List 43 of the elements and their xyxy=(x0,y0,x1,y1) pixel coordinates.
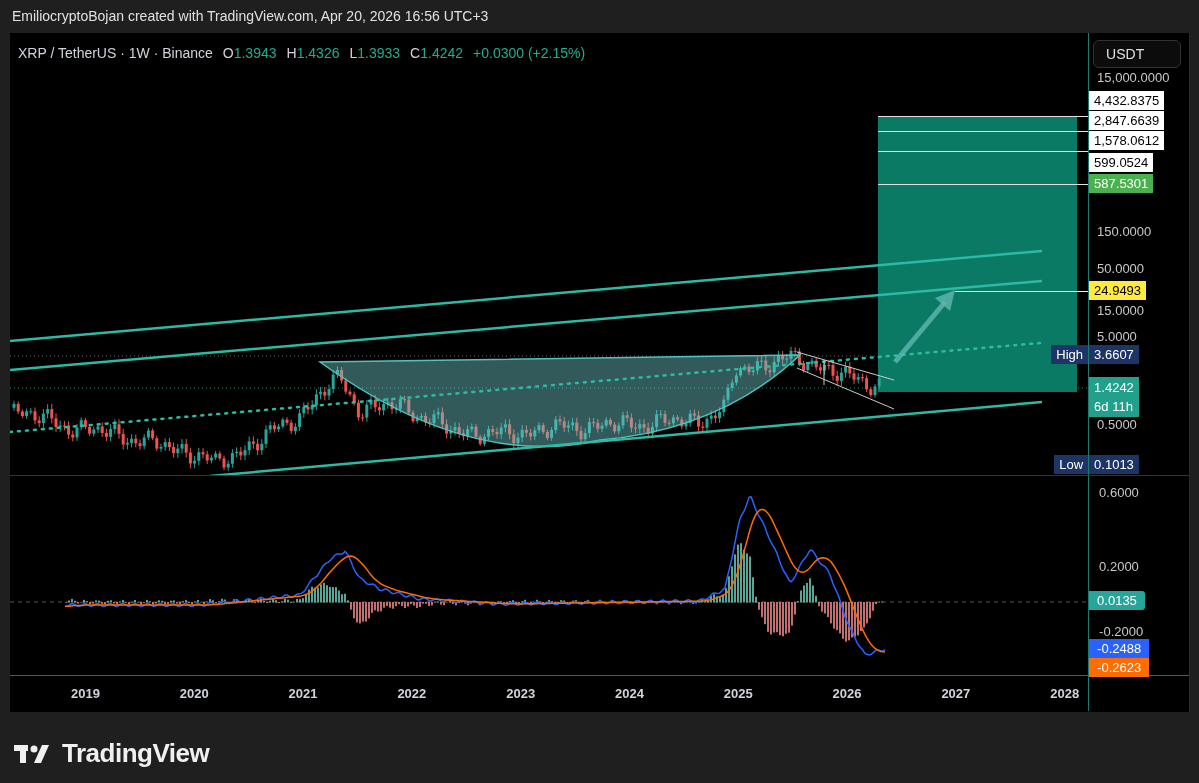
axis-label: 5.0000 xyxy=(1097,329,1137,345)
axis-label: 15.0000 xyxy=(1097,303,1145,319)
axis-label: 150.0000 xyxy=(1097,224,1152,240)
indicator-tag: 0.0135 xyxy=(1089,591,1145,610)
indicator-tag: -0.2623 xyxy=(1089,658,1150,677)
countdown-text: 6d 11h xyxy=(1094,398,1134,416)
axis-label: 2020 xyxy=(179,685,209,703)
ohlc-reading: L1.3933 xyxy=(349,44,401,63)
attribution-text: EmiliocryptoBojan created with TradingView.com, Apr 20, 2026 16:56 UTC+3 xyxy=(12,7,489,26)
axis-label: 2027 xyxy=(941,685,971,703)
price-tag: 0.1013 xyxy=(1089,455,1139,474)
axis-label: 2022 xyxy=(397,685,427,703)
ohlc-reading: H1.4326 xyxy=(286,44,340,63)
axis-label: 2023 xyxy=(506,685,536,703)
axis-label: 0.2000 xyxy=(1099,559,1139,575)
price-tag: 1.4242 xyxy=(1094,378,1134,397)
price-tag-label: High xyxy=(1051,345,1089,364)
axis-label: 2024 xyxy=(615,685,644,703)
change-reading: +0.0300 (+2.15%) xyxy=(473,44,586,63)
price-tag: 1,578.0612 xyxy=(1089,131,1165,150)
axis-label: 2025 xyxy=(723,685,753,703)
axis-label: 0.5000 xyxy=(1097,417,1137,433)
price-tag: 24.9493 xyxy=(1089,281,1147,300)
currency-button[interactable]: USDT xyxy=(1093,40,1182,68)
axis-label: 2028 xyxy=(1050,685,1080,703)
axis-label: -0.2000 xyxy=(1099,624,1144,640)
ohlc-reading: C1.4242 xyxy=(410,44,464,63)
axis-label: 15,000.0000 xyxy=(1097,70,1170,86)
brand-name: TradingView xyxy=(62,737,210,770)
axis-label: 0.6000 xyxy=(1099,485,1139,501)
axis-label: 2026 xyxy=(832,685,862,703)
axis-label: 2019 xyxy=(71,685,100,703)
indicator-tag: -0.2488 xyxy=(1089,639,1150,658)
axis-label: 2021 xyxy=(288,685,318,703)
price-tag: 2,847.6639 xyxy=(1089,111,1165,130)
symbol-title: XRP / TetherUS · 1W · Binance xyxy=(18,44,213,63)
axis-label: 50.0000 xyxy=(1097,261,1145,277)
price-tag-label: Low xyxy=(1054,455,1089,474)
ohlc-reading: O1.3943 xyxy=(222,44,277,63)
price-tag: 587.5301 xyxy=(1089,174,1154,193)
price-tag: 4,432.8375 xyxy=(1089,91,1165,110)
price-tag: 599.0524 xyxy=(1089,153,1154,172)
price-tag: 3.6607 xyxy=(1089,345,1139,364)
